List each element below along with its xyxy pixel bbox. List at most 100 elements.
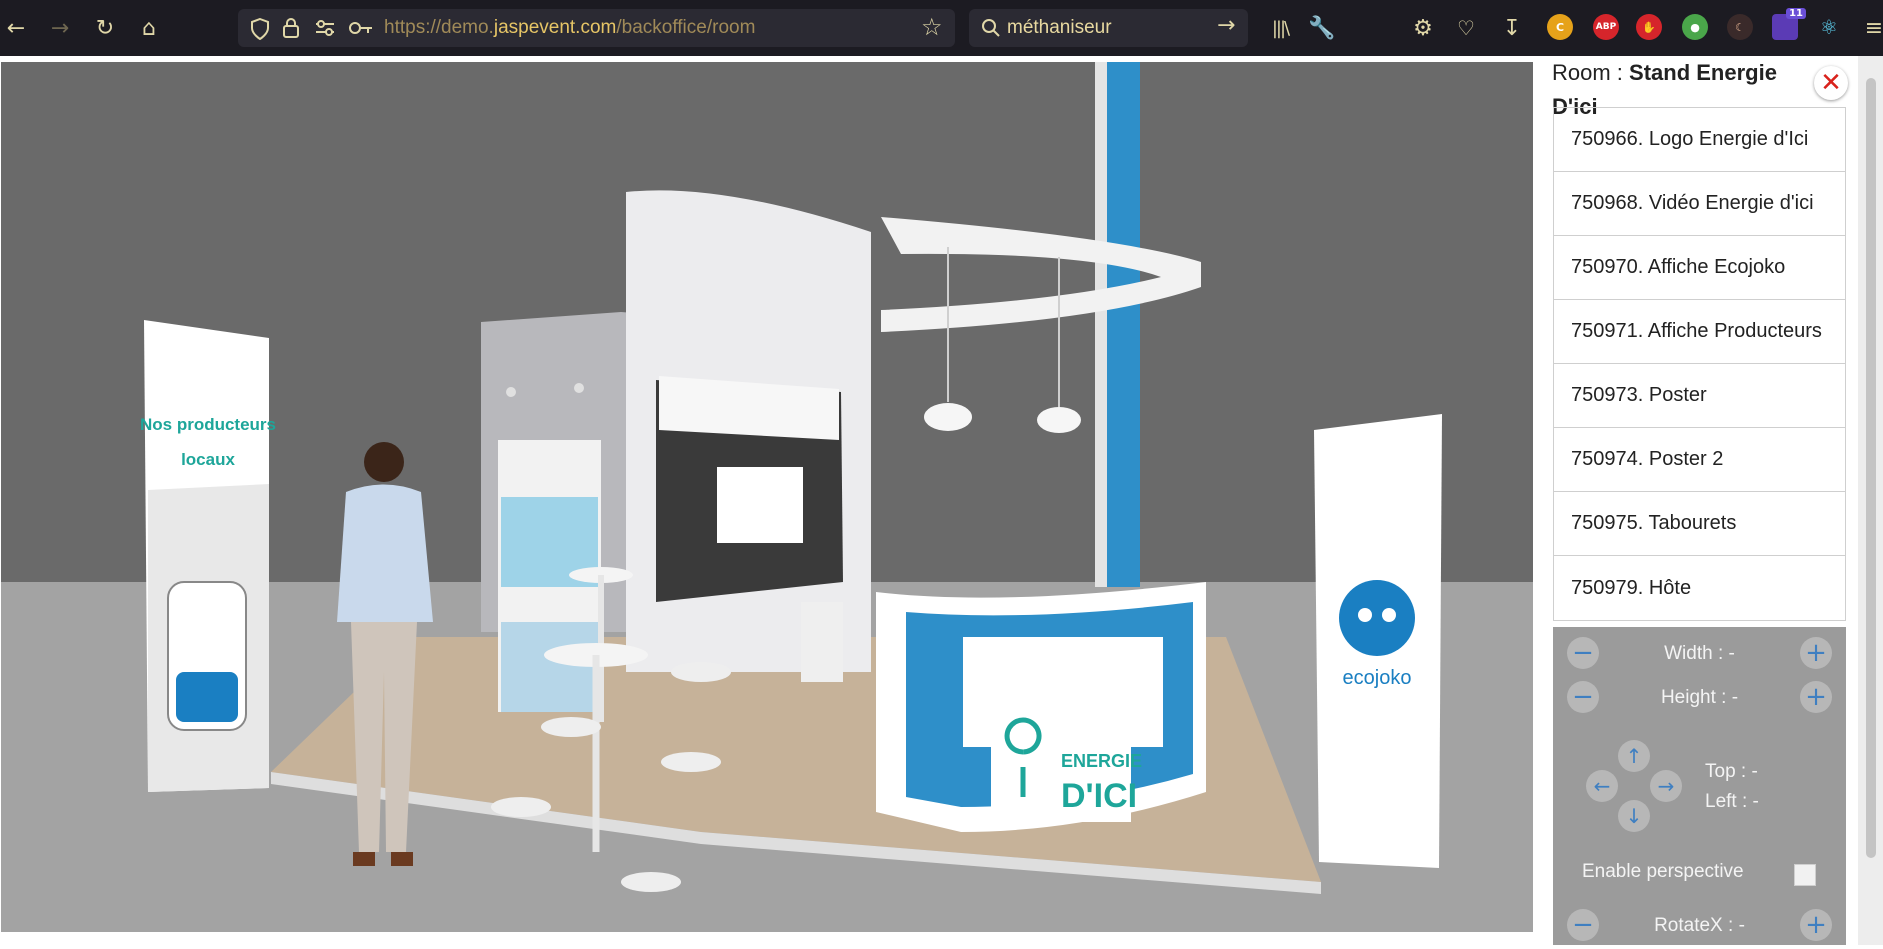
monkey-eye-left bbox=[1358, 608, 1372, 622]
plus-icon: + bbox=[1805, 910, 1827, 940]
url-bar[interactable]: https://demo.jaspevent.com/backoffice/ro… bbox=[238, 9, 955, 47]
browser-toolbar: ← → ↻ ⌂ https://demo.jaspevent.com/backo… bbox=[0, 0, 1883, 56]
arrow-down-icon: ↓ bbox=[1625, 804, 1643, 828]
arrow-left-icon: ← bbox=[1593, 774, 1611, 798]
stool-1 bbox=[491, 797, 551, 817]
arrow-up-icon: ↑ bbox=[1625, 744, 1643, 768]
wrench-icon[interactable]: 🔧 bbox=[1306, 12, 1338, 44]
rotatex-control: − RotateX : - + bbox=[1553, 909, 1846, 949]
pocket-icon[interactable]: ♡ bbox=[1450, 12, 1482, 44]
pillar-edge bbox=[1095, 62, 1107, 587]
stool-4 bbox=[661, 752, 721, 772]
banner-left-line-2: locaux bbox=[181, 450, 235, 469]
host-shoe-right bbox=[391, 852, 413, 866]
stand-scene[interactable]: ENERGIE D'ICI Nos producteurs locaux eco… bbox=[1, 62, 1533, 932]
list-item[interactable]: 750979. Hôte bbox=[1554, 556, 1845, 620]
logo-line-2: D'ICI bbox=[1061, 777, 1137, 815]
adblock-icon[interactable]: ABP bbox=[1593, 14, 1619, 40]
permissions-icon[interactable] bbox=[314, 19, 336, 37]
ecojoko-monkey-icon bbox=[1339, 580, 1415, 656]
host-head bbox=[364, 442, 404, 482]
width-increase-button[interactable]: + bbox=[1800, 637, 1832, 669]
stool-2 bbox=[541, 717, 601, 737]
url-prefix: https://demo. bbox=[384, 17, 494, 38]
shield-icon[interactable] bbox=[250, 18, 270, 40]
desk-screen bbox=[963, 637, 1163, 747]
left-label: Left : - bbox=[1705, 791, 1759, 812]
rotatex-increase-button[interactable]: + bbox=[1800, 909, 1832, 941]
room-panel: Room : Stand Energie D'ici ✕ 750966. Log… bbox=[1540, 56, 1860, 945]
back-arrow-icon[interactable]: ← bbox=[0, 12, 32, 44]
ext-abp-label: ABP bbox=[1595, 22, 1617, 32]
library-icon[interactable]: |||\ bbox=[1264, 12, 1296, 44]
pendant-lamp-2 bbox=[1037, 407, 1081, 433]
perspective-checkbox[interactable] bbox=[1794, 864, 1816, 886]
stool-3 bbox=[671, 662, 731, 682]
lock-icon[interactable] bbox=[282, 17, 300, 39]
top-label: Top : - bbox=[1705, 761, 1758, 782]
extension-c-icon[interactable]: C bbox=[1547, 14, 1573, 40]
bookmark-star-icon[interactable]: ☆ bbox=[921, 13, 943, 41]
menu-icon[interactable]: ≡ bbox=[1858, 12, 1883, 44]
banner-left-line-1: Nos producteurs bbox=[140, 415, 276, 434]
close-button[interactable]: ✕ bbox=[1814, 66, 1848, 100]
bottom-gap bbox=[0, 935, 1540, 945]
tv-logo-card bbox=[717, 467, 803, 543]
key-icon[interactable] bbox=[348, 19, 374, 37]
room-label: Room : bbox=[1552, 60, 1630, 85]
plus-icon: + bbox=[1805, 682, 1827, 712]
wall-poster-image-2 bbox=[501, 622, 598, 712]
close-icon: ✕ bbox=[1820, 68, 1842, 98]
gear-icon[interactable]: ⚙ bbox=[1407, 12, 1439, 44]
arrow-right-icon: → bbox=[1657, 774, 1675, 798]
height-increase-button[interactable]: + bbox=[1800, 681, 1832, 713]
ext-c-label: C bbox=[1555, 20, 1565, 34]
home-icon[interactable]: ⌂ bbox=[133, 12, 165, 44]
perspective-label: Enable perspective bbox=[1582, 861, 1744, 882]
extension-notification-icon[interactable]: 11 bbox=[1772, 8, 1806, 40]
list-item[interactable]: 750974. Poster 2 bbox=[1554, 428, 1845, 492]
panel-scrollbar[interactable] bbox=[1858, 56, 1883, 945]
reload-icon[interactable]: ↻ bbox=[89, 12, 121, 44]
host-shoe-left bbox=[353, 852, 375, 866]
jar-water bbox=[176, 672, 238, 722]
list-item[interactable]: 750975. Tabourets bbox=[1554, 492, 1845, 556]
monkey-eye-right bbox=[1382, 608, 1396, 622]
transform-controls: − Width : - + − Height : - + ↑ ← → ↓ Top… bbox=[1553, 627, 1846, 945]
search-bar[interactable]: méthaniseur → bbox=[969, 9, 1248, 47]
url-host: jaspevent.com bbox=[493, 17, 617, 38]
search-input[interactable]: méthaniseur bbox=[1007, 17, 1112, 39]
banner-right-brand: ecojoko bbox=[1343, 667, 1412, 689]
list-item[interactable]: 750971. Affiche Producteurs bbox=[1554, 300, 1845, 364]
search-icon bbox=[982, 19, 1000, 37]
notification-badge: 11 bbox=[1786, 8, 1806, 19]
height-control: − Height : - + bbox=[1553, 681, 1846, 721]
host-shirt bbox=[337, 484, 433, 622]
list-item[interactable]: 750966. Logo Energie d'Ici bbox=[1554, 108, 1845, 172]
pendant-lamp-1 bbox=[924, 403, 972, 431]
plus-icon: + bbox=[1805, 638, 1827, 668]
spotlight-2 bbox=[574, 383, 584, 393]
plant-pot bbox=[801, 602, 843, 682]
list-item[interactable]: 750968. Vidéo Energie d'ici bbox=[1554, 172, 1845, 236]
chrome-extension-icon[interactable]: ● bbox=[1682, 14, 1708, 40]
stand-scene-drawing: ENERGIE D'ICI Nos producteurs locaux eco… bbox=[1, 62, 1533, 932]
url-text[interactable]: https://demo.jaspevent.com/backoffice/ro… bbox=[384, 17, 755, 39]
move-right-button[interactable]: → bbox=[1650, 770, 1682, 802]
react-icon[interactable]: ⚛ bbox=[1816, 14, 1842, 40]
url-path: /backoffice/room bbox=[616, 17, 756, 38]
stop-hand-icon[interactable]: ✋ bbox=[1636, 14, 1662, 40]
forward-arrow-icon[interactable]: → bbox=[44, 12, 76, 44]
spotlight-1 bbox=[506, 387, 516, 397]
move-up-button[interactable]: ↑ bbox=[1618, 740, 1650, 772]
room-item-list: 750966. Logo Energie d'Ici 750968. Vidéo… bbox=[1553, 107, 1846, 621]
dark-mode-icon[interactable]: ☾ bbox=[1727, 14, 1753, 40]
move-left-button[interactable]: ← bbox=[1586, 770, 1618, 802]
list-item[interactable]: 750970. Affiche Ecojoko bbox=[1554, 236, 1845, 300]
move-down-button[interactable]: ↓ bbox=[1618, 800, 1650, 832]
stool-5 bbox=[621, 872, 681, 892]
download-icon[interactable]: ↧ bbox=[1496, 12, 1528, 44]
scrollbar-thumb[interactable] bbox=[1866, 78, 1876, 858]
search-go-arrow-icon[interactable]: → bbox=[1217, 13, 1235, 38]
list-item[interactable]: 750973. Poster bbox=[1554, 364, 1845, 428]
